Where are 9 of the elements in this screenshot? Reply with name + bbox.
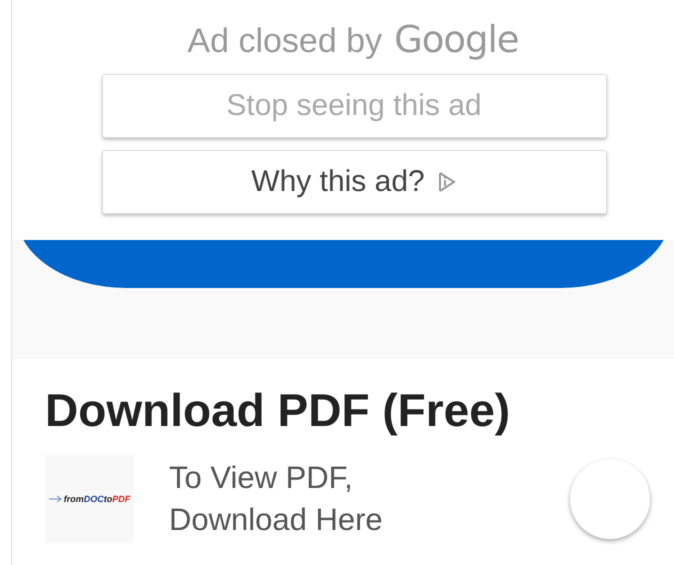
app-logo: fromDOCtoPDF <box>45 455 134 543</box>
ad-closed-text: Ad closed by <box>187 22 382 61</box>
ad-option-button[interactable]: Why this ad? <box>102 150 606 214</box>
listing-text: To View PDF, <box>169 459 354 497</box>
page-heading: Download PDF (Free) <box>45 383 512 438</box>
listing-text: Download Here <box>169 501 384 539</box>
round-button[interactable] <box>570 459 650 539</box>
ad-choices-icon <box>436 171 457 193</box>
brand-logo: Google <box>394 18 519 61</box>
